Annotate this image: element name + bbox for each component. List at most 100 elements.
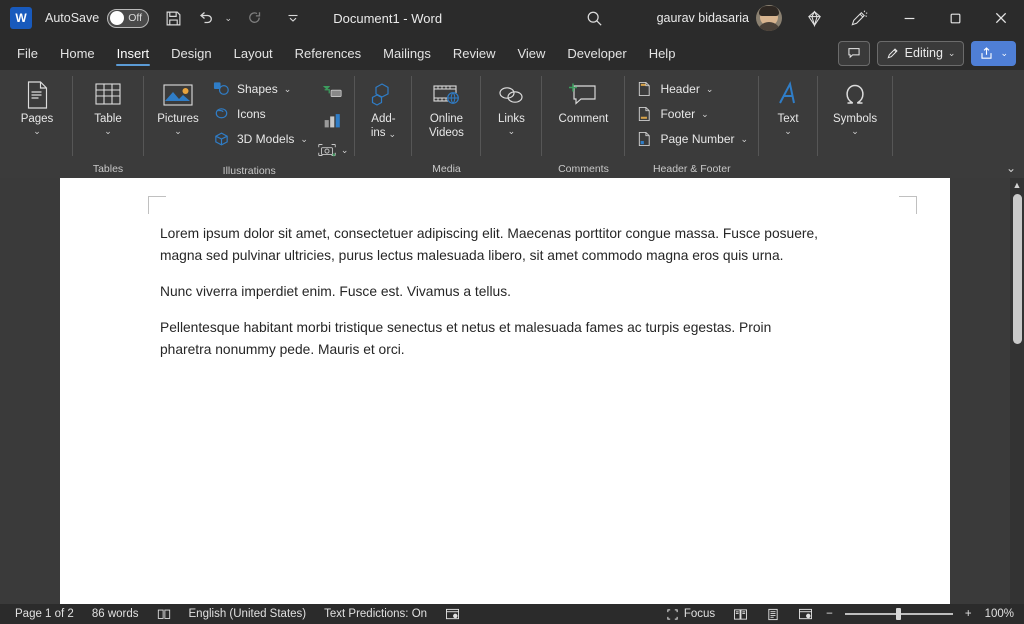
symbols-button[interactable]: Symbols ⌄ (824, 75, 886, 136)
pages-icon (24, 78, 51, 112)
tab-layout-label: Layout (233, 45, 273, 61)
status-bar-right: Focus − + 100% (657, 608, 1018, 621)
focus-button[interactable]: Focus (657, 608, 724, 621)
redo-icon[interactable] (241, 4, 269, 32)
tab-developer[interactable]: Developer (556, 36, 637, 70)
language-indicator[interactable]: English (United States) (180, 608, 316, 620)
page-indicator[interactable]: Page 1 of 2 (6, 608, 83, 620)
smartart-button[interactable] (321, 79, 343, 105)
3d-models-icon (212, 131, 231, 147)
tab-view[interactable]: View (506, 36, 556, 70)
search-icon[interactable] (581, 4, 609, 32)
share-icon (981, 46, 993, 59)
undo-dropdown-caret-icon[interactable]: ⌄ (220, 4, 236, 32)
icons-label: Icons (237, 107, 266, 121)
zoom-slider-thumb[interactable] (896, 608, 902, 620)
tab-layout[interactable]: Layout (223, 36, 284, 70)
new-comment-button[interactable]: Comment (548, 75, 618, 126)
header-button[interactable]: Header ⌄ (631, 77, 752, 101)
icons-button[interactable]: Icons (208, 102, 312, 126)
3d-models-button[interactable]: 3D Models ⌄ (208, 127, 312, 151)
tab-insert[interactable]: Insert (106, 36, 161, 70)
ribbon-separator (541, 76, 543, 156)
shapes-caret-icon: ⌄ (283, 84, 292, 94)
ribbon-separator (411, 76, 413, 156)
online-videos-button[interactable]: Online Videos (418, 75, 474, 140)
ribbon-group-comments: Comment Comments (544, 70, 622, 178)
tab-design[interactable]: Design (160, 36, 222, 70)
status-bar: Page 1 of 2 86 words English (United Sta… (0, 604, 1024, 624)
screenshot-button[interactable]: ⌄ (316, 137, 348, 163)
pictures-caret-icon: ⌄ (174, 126, 182, 136)
ribbon: Pages ⌄ Table ⌄ Tables Pictures ⌄ Shapes… (0, 70, 1024, 178)
close-button[interactable] (978, 0, 1024, 36)
tab-developer-label: Developer (567, 45, 627, 61)
word-logo-icon: W (10, 7, 32, 29)
document-page[interactable]: Lorem ipsum dolor sit amet, consectetuer… (60, 178, 950, 604)
ribbon-group-links-title (487, 161, 535, 178)
comments-button[interactable] (837, 40, 870, 66)
zoom-in-button[interactable]: + (961, 608, 976, 620)
addins-button[interactable]: Add- ins ⌄ (361, 75, 405, 140)
web-layout-button[interactable] (789, 608, 822, 621)
document-content[interactable]: Lorem ipsum dolor sit amet, consectetuer… (160, 223, 820, 375)
tab-home[interactable]: Home (49, 36, 106, 70)
proofing-icon[interactable] (148, 608, 180, 620)
pictures-button[interactable]: Pictures ⌄ (150, 75, 206, 136)
text-predictions-indicator[interactable]: Text Predictions: On (315, 608, 436, 620)
text-button[interactable]: Text ⌄ (765, 75, 811, 136)
shapes-button[interactable]: Shapes ⌄ (208, 77, 312, 101)
customize-quick-access-icon[interactable] (279, 4, 307, 32)
microsoft-365-diamond-icon[interactable] (800, 4, 828, 32)
tab-references[interactable]: References (284, 36, 372, 70)
focus-icon (667, 608, 678, 620)
title-bar-right: gaurav bidasaria (581, 0, 1024, 36)
undo-icon[interactable] (192, 4, 220, 32)
vertical-scrollbar[interactable]: ▲ (1010, 178, 1024, 604)
scroll-up-arrow-icon[interactable]: ▲ (1013, 178, 1022, 192)
zoom-level-label[interactable]: 100% (976, 608, 1018, 620)
page-number-button[interactable]: Page Number ⌄ (631, 127, 752, 151)
editing-mode-button[interactable]: Editing ⌄ (876, 40, 965, 66)
save-icon[interactable] (159, 4, 187, 32)
scrollbar-thumb[interactable] (1012, 194, 1022, 344)
word-count[interactable]: 86 words (83, 608, 148, 620)
accessibility-icon[interactable] (436, 608, 469, 621)
collapse-ribbon-chevron-icon[interactable]: ⌄ (1006, 161, 1016, 175)
symbols-label: Symbols (832, 113, 878, 125)
web-layout-icon (799, 608, 813, 619)
links-button[interactable]: Links ⌄ (487, 75, 535, 136)
share-button[interactable]: ⌄ (971, 40, 1016, 66)
print-layout-button[interactable] (757, 608, 789, 621)
tab-review[interactable]: Review (442, 36, 507, 70)
chart-button[interactable] (321, 108, 343, 134)
minimize-button[interactable] (886, 0, 932, 36)
text-icon (775, 78, 801, 112)
addins-label-line1: Add- (371, 113, 396, 125)
footer-button[interactable]: Footer ⌄ (631, 102, 752, 126)
tab-file[interactable]: File (6, 36, 49, 70)
ribbon-group-header-footer-title: Header & Footer (652, 163, 731, 175)
text-label: Text (777, 113, 799, 125)
tab-mailings[interactable]: Mailings (372, 36, 442, 70)
pages-label: Pages (20, 113, 54, 125)
new-comment-icon (566, 78, 600, 112)
tab-help[interactable]: Help (638, 36, 687, 70)
autosave-toggle[interactable]: Off (107, 8, 150, 28)
table-icon (93, 78, 123, 112)
avatar[interactable] (756, 5, 782, 31)
maximize-button[interactable] (932, 0, 978, 36)
ribbon-tab-bar: File Home Insert Design Layout Reference… (0, 36, 1024, 70)
tab-home-label: Home (59, 45, 95, 61)
ribbon-separator (72, 76, 73, 156)
zoom-out-button[interactable]: − (822, 608, 837, 620)
ribbon-separator (624, 76, 626, 156)
read-mode-button[interactable] (724, 608, 757, 621)
icons-icon (212, 106, 231, 122)
zoom-slider[interactable] (844, 608, 953, 620)
pages-button[interactable]: Pages ⌄ (8, 75, 66, 136)
designer-pen-icon[interactable] (844, 4, 872, 32)
table-button[interactable]: Table ⌄ (79, 75, 137, 136)
symbols-omega-icon (841, 78, 869, 112)
title-bar: W AutoSave Off ⌄ Document1 - Word gaurav… (0, 0, 1024, 36)
